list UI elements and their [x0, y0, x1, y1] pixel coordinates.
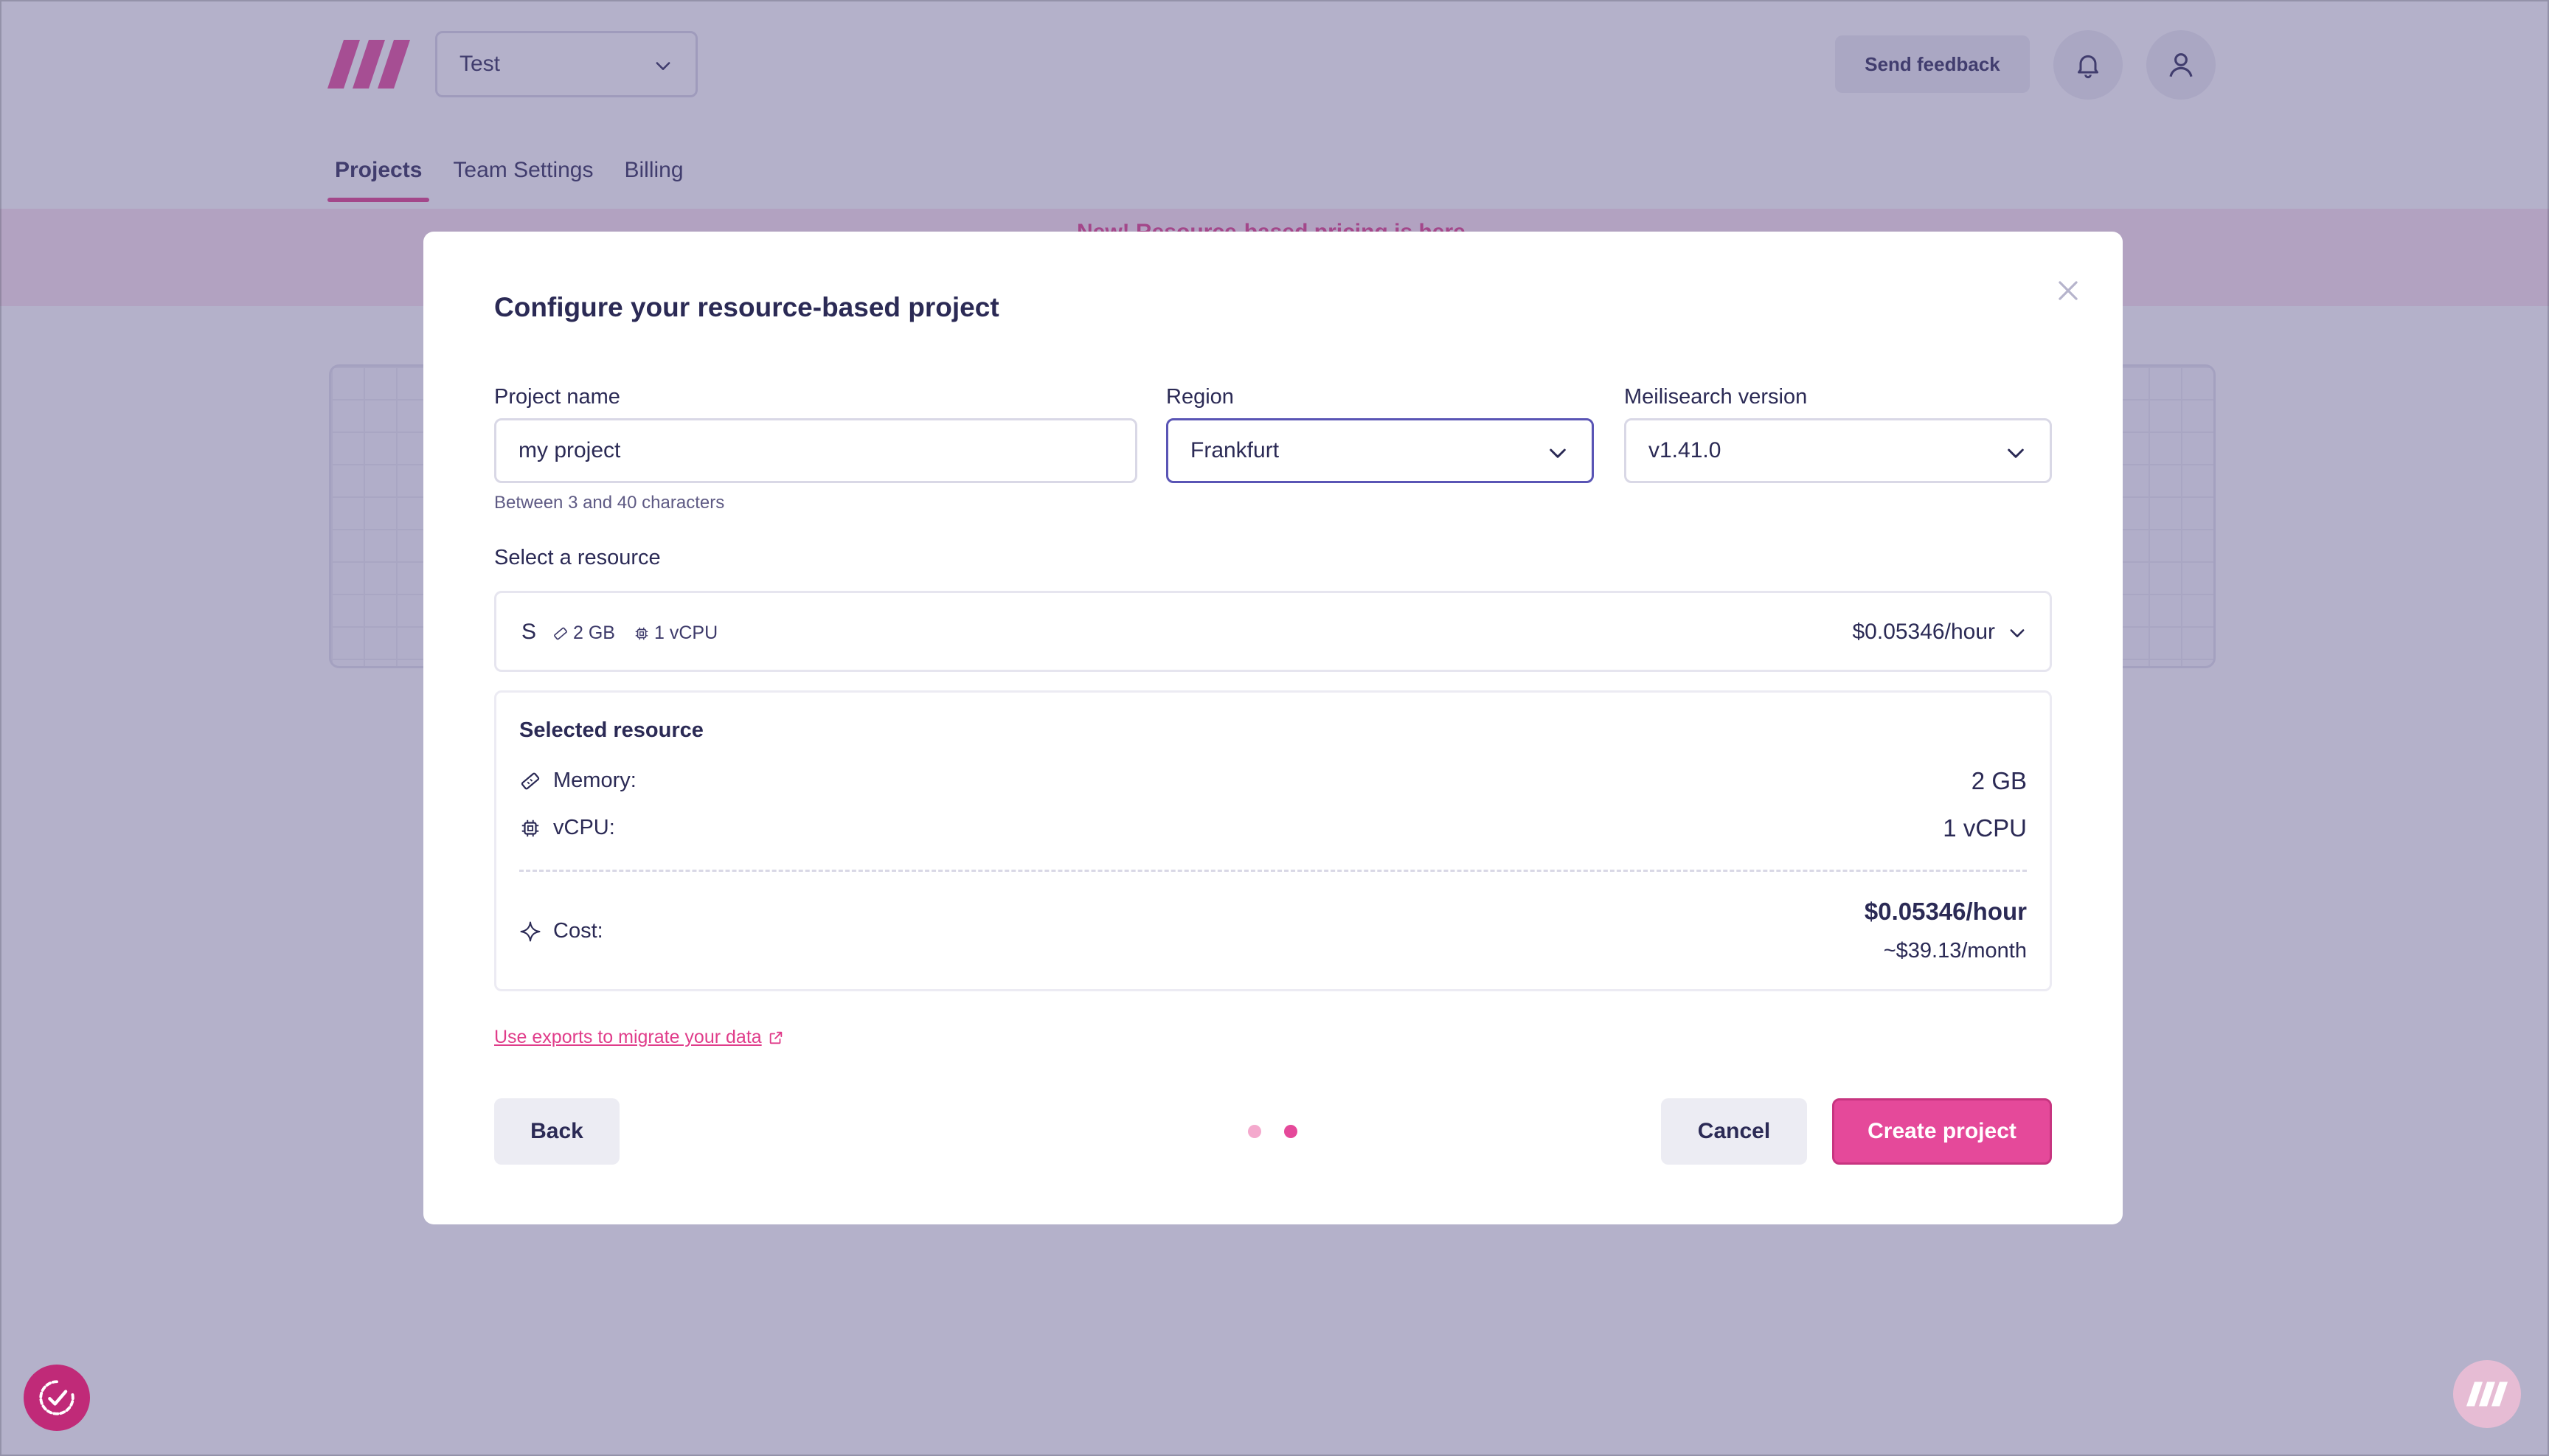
- project-name-label: Project name: [494, 385, 620, 409]
- cost-divider: [519, 870, 2027, 872]
- project-name-hint: Between 3 and 40 characters: [494, 493, 725, 513]
- external-link-icon: [769, 1031, 782, 1044]
- migrate-data-link-text: Use exports to migrate your data: [494, 1027, 762, 1047]
- memory-icon: [554, 627, 567, 639]
- step-dot-1: [1248, 1125, 1261, 1138]
- cost-row-label: Cost:: [519, 919, 603, 943]
- cost-hourly: $0.05346/hour: [1864, 898, 2027, 925]
- select-resource-label: Select a resource: [494, 546, 661, 569]
- close-modal-button[interactable]: [2046, 268, 2090, 313]
- resource-memory: 2 GB: [552, 623, 615, 644]
- vcpu-row-label: vCPU:: [519, 816, 615, 840]
- cpu-icon: [635, 627, 648, 639]
- selected-resource-title: Selected resource: [519, 718, 704, 742]
- project-name-input[interactable]: my project: [494, 418, 1137, 483]
- chevron-down-icon: [2008, 448, 2024, 458]
- help-widget-button[interactable]: [2453, 1360, 2521, 1428]
- resource-size: S: [521, 620, 537, 644]
- memory-label-text: Memory:: [553, 769, 637, 792]
- resource-select[interactable]: S 2 GB 1 vCPU $0.05346/hour: [494, 591, 2052, 672]
- selected-resource-card: [494, 690, 2052, 991]
- progress-check-icon: [39, 1380, 74, 1415]
- cpu-icon: [521, 819, 539, 836]
- migrate-data-link[interactable]: Use exports to migrate your data: [494, 1027, 784, 1048]
- version-label: Meilisearch version: [1624, 385, 1808, 409]
- memory-value: 2 GB: [1971, 767, 2027, 794]
- resource-memory-text: 2 GB: [573, 623, 615, 643]
- back-button[interactable]: Back: [494, 1098, 620, 1165]
- project-name-value: my project: [519, 438, 621, 462]
- region-label: Region: [1166, 385, 1234, 409]
- sparkle-icon: [520, 921, 541, 941]
- resource-vcpu: 1 vCPU: [634, 623, 718, 644]
- region-select[interactable]: Frankfurt: [1166, 418, 1594, 483]
- cost-label-text: Cost:: [553, 919, 603, 943]
- modal-title: Configure your resource-based project: [494, 292, 999, 322]
- chevron-down-icon: [1550, 448, 1566, 458]
- meilisearch-logo-icon: [2466, 1382, 2508, 1407]
- version-value: v1.41.0: [1648, 438, 1721, 462]
- checklist-button[interactable]: [24, 1365, 90, 1431]
- memory-icon: [521, 772, 540, 789]
- step-dot-2: [1284, 1125, 1297, 1138]
- vcpu-value: 1 vCPU: [1943, 814, 2027, 842]
- chevron-down-icon: [2010, 629, 2025, 637]
- resource-vcpu-text: 1 vCPU: [654, 623, 718, 643]
- cost-monthly: ~$39.13/month: [1883, 939, 2027, 963]
- memory-row-label: Memory:: [519, 769, 637, 793]
- region-value: Frankfurt: [1190, 438, 1280, 462]
- create-project-button[interactable]: Create project: [1832, 1098, 2052, 1165]
- version-select[interactable]: v1.41.0: [1624, 418, 2052, 483]
- cancel-button[interactable]: Cancel: [1661, 1098, 1807, 1165]
- vcpu-label-text: vCPU:: [553, 816, 615, 839]
- resource-price: $0.05346/hour: [1852, 620, 1995, 644]
- close-icon: [2059, 281, 2078, 300]
